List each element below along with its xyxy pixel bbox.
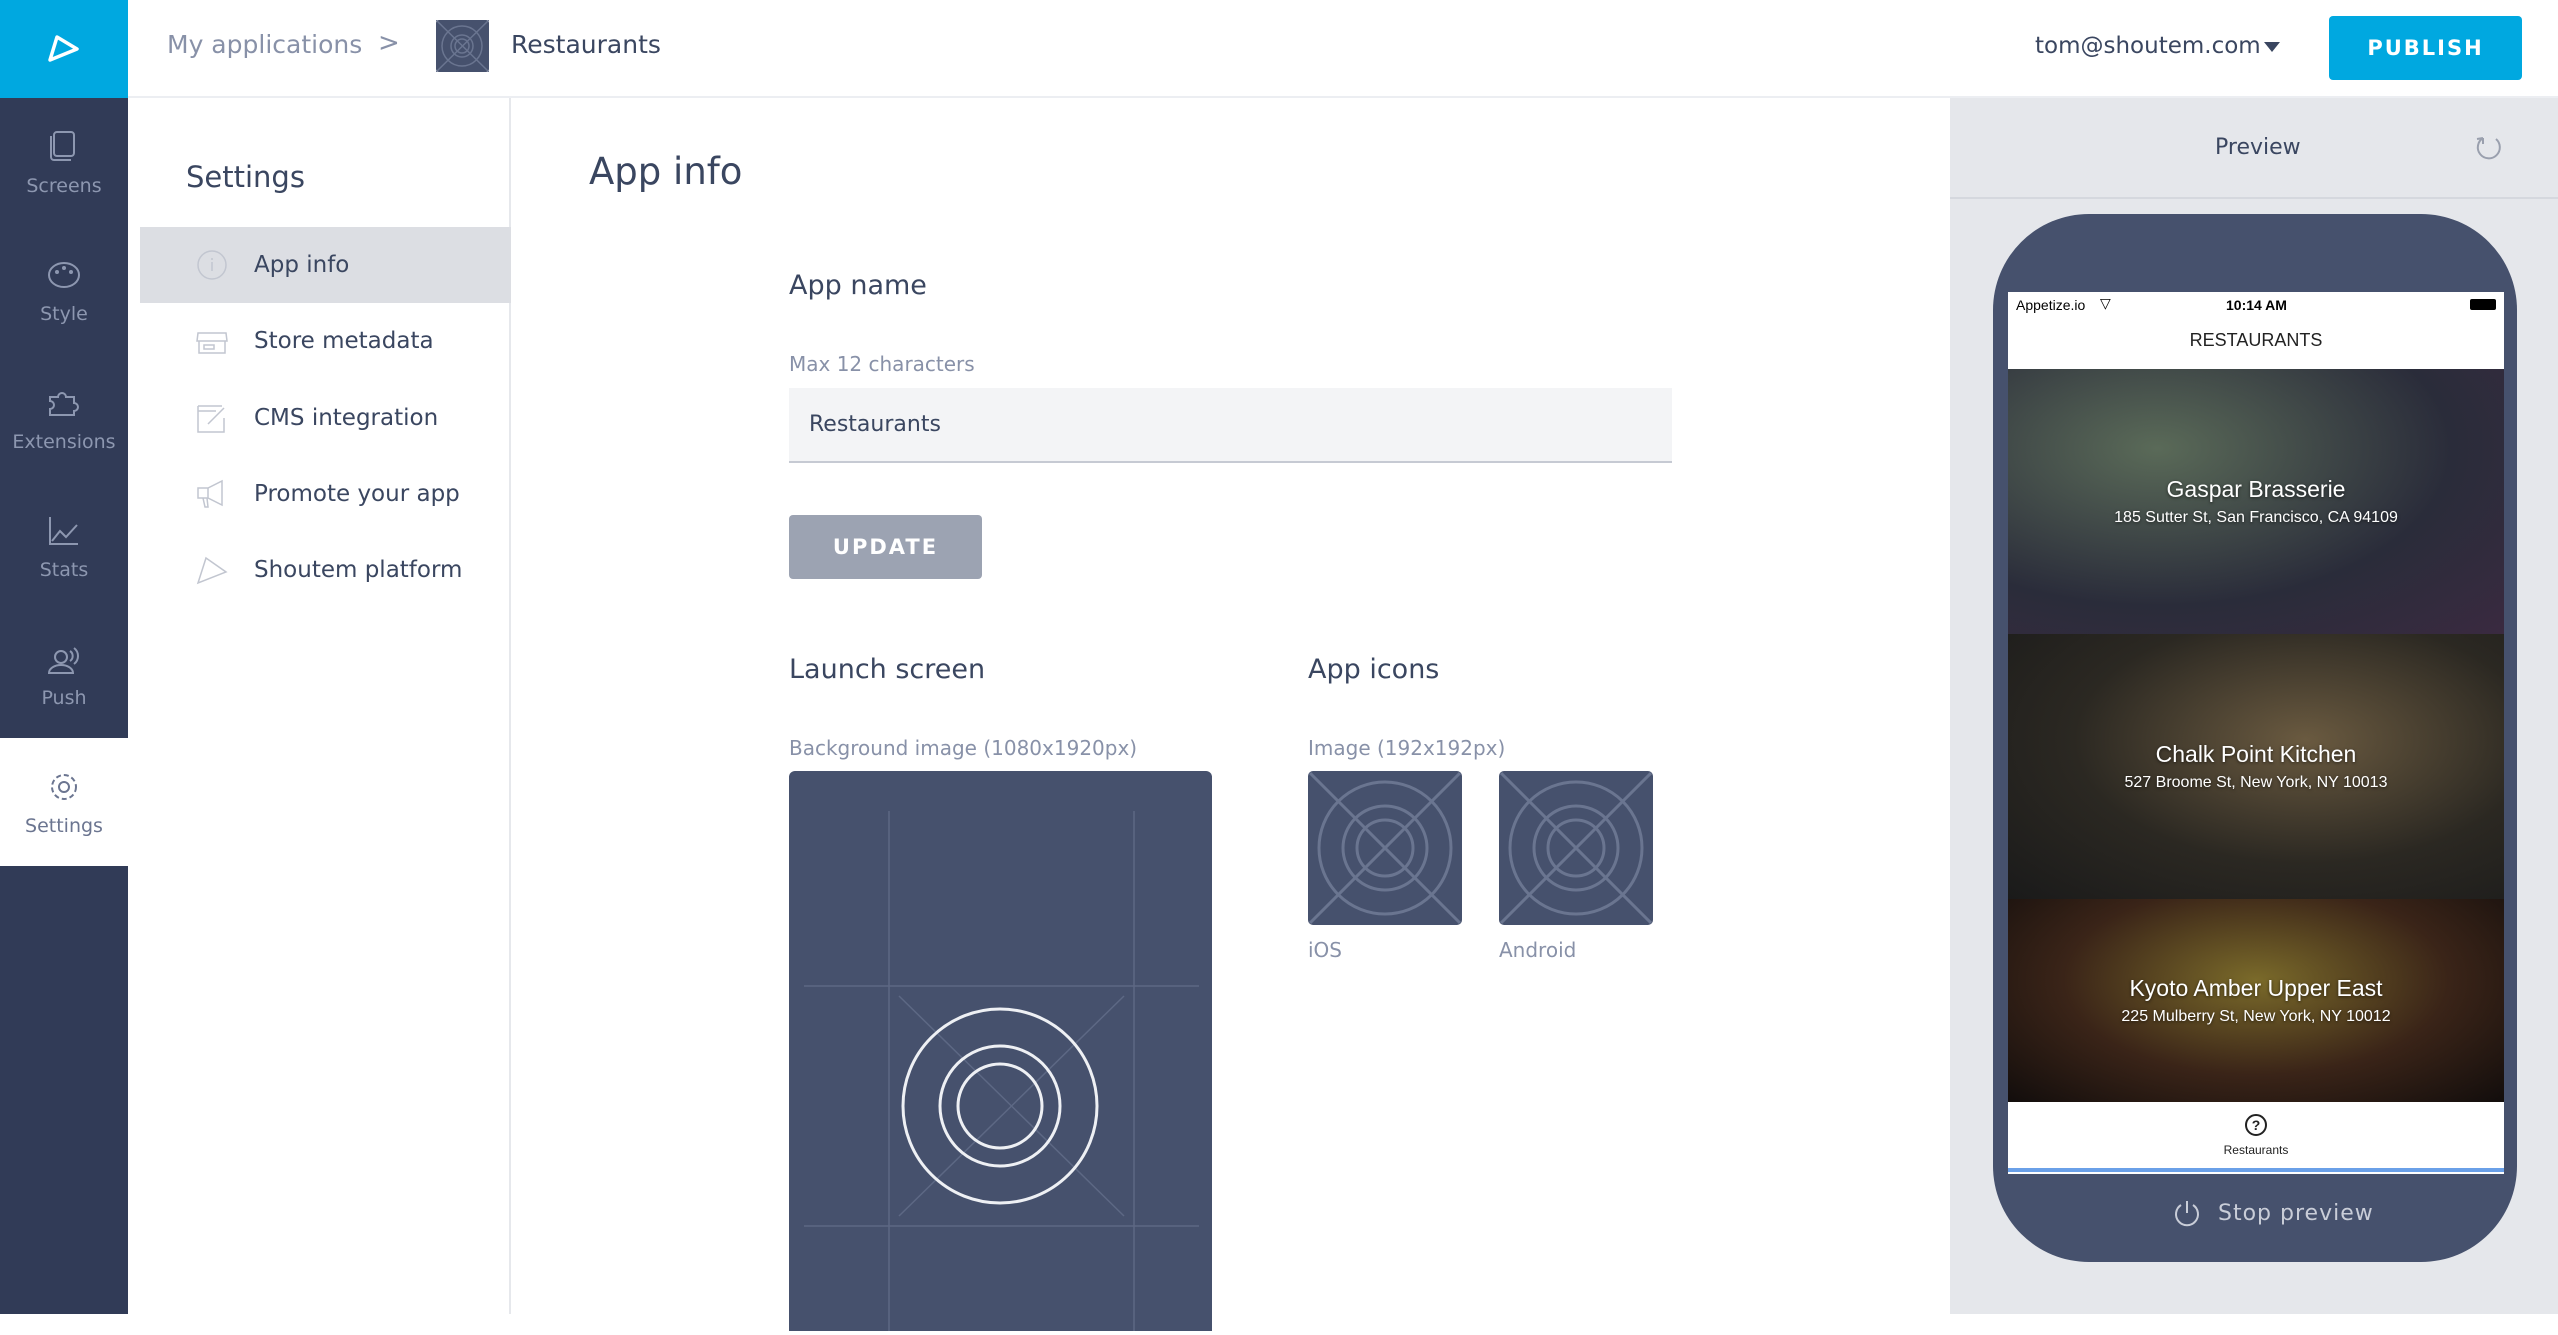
shoutem-triangle-icon: [196, 556, 228, 585]
placeholder-image-icon: [804, 811, 1199, 1331]
restaurant-name: Kyoto Amber Upper East: [2129, 975, 2383, 1001]
settings-item-label: Promote your app: [254, 481, 460, 507]
ios-icon-upload[interactable]: [1308, 771, 1462, 925]
status-carrier: Appetize.io: [2016, 297, 2086, 313]
chart-icon: [49, 517, 78, 545]
chevron-down-icon[interactable]: [2264, 42, 2280, 52]
app-thumbnail: [435, 19, 490, 73]
shoutem-logo[interactable]: [0, 0, 128, 98]
screen-title: RESTAURANTS: [2189, 330, 2323, 350]
store-icon: [196, 332, 228, 354]
restaurant-name: Gaspar Brasserie: [2166, 476, 2346, 502]
app-name-hint: Max 12 characters: [789, 352, 975, 376]
settings-item-label: CMS integration: [254, 405, 439, 431]
page-title: App info: [589, 150, 743, 193]
puzzle-icon: [49, 392, 79, 416]
push-icon: [47, 647, 79, 674]
restaurant-name: Chalk Point Kitchen: [2155, 741, 2357, 767]
nav-item-label: Push: [41, 687, 87, 709]
placeholder-image-icon: [1499, 771, 1653, 925]
power-icon: [2175, 1201, 2199, 1227]
settings-item-store-metadata[interactable]: Store metadata: [140, 303, 511, 379]
nav-item-label: Style: [40, 303, 88, 325]
settings-item-promote[interactable]: Promote your app: [140, 456, 511, 532]
restaurant-address: 225 Mulberry St, New York, NY 10012: [2121, 1008, 2391, 1025]
logo-icon: [48, 35, 79, 62]
launch-screen-heading: Launch screen: [789, 654, 986, 685]
tab-bar[interactable]: ? Restaurants: [2008, 1102, 2504, 1172]
gear-icon: [51, 774, 77, 800]
restaurant-address: 185 Sutter St, San Francisco, CA 94109: [2114, 509, 2398, 526]
wifi-icon: ▽: [2100, 295, 2111, 311]
nav-item-label: Stats: [39, 559, 89, 581]
breadcrumb-separator: >: [378, 28, 400, 58]
info-icon: [197, 250, 227, 280]
settings-title: Settings: [186, 160, 305, 194]
app-icons-hint: Image (192x192px): [1308, 736, 1506, 760]
android-icon-upload[interactable]: [1499, 771, 1653, 925]
nav-item-label: Screens: [26, 175, 102, 197]
restaurant-card[interactable]: Gaspar Brasserie 185 Sutter St, San Fran…: [2008, 369, 2504, 634]
launch-screen-hint: Background image (1080x1920px): [789, 736, 1138, 760]
app-name-input[interactable]: Restaurants: [789, 388, 1672, 463]
settings-item-cms-integration[interactable]: CMS integration: [140, 380, 511, 456]
settings-item-app-info[interactable]: App info: [140, 227, 511, 303]
app-name-heading: App name: [789, 270, 927, 301]
nav-item-label: Extensions: [12, 431, 116, 453]
tab-label: Restaurants: [2223, 1143, 2289, 1157]
breadcrumb-app-name[interactable]: Restaurants: [511, 30, 661, 59]
left-navigation: Screens Style Extensions Stats Push Sett…: [0, 0, 128, 1314]
preview-title: Preview: [2215, 135, 2301, 160]
nav-item-settings[interactable]: Settings: [0, 738, 128, 866]
svg-text:?: ?: [2252, 1117, 2261, 1133]
help-icon: ?: [2245, 1114, 2267, 1136]
publish-button[interactable]: PUBLISH: [2329, 16, 2522, 80]
settings-item-label: App info: [254, 252, 350, 278]
status-bar: Appetize.io ▽ 10:14 AM: [2008, 292, 2504, 316]
palette-icon: [48, 262, 80, 288]
nav-item-label: Settings: [25, 815, 103, 837]
stop-preview-label: Stop preview: [2218, 1200, 2374, 1226]
settings-item-shoutem-platform[interactable]: Shoutem platform: [140, 532, 511, 608]
battery-icon: [2470, 299, 2496, 310]
edit-window-icon: [197, 405, 225, 433]
restaurant-card[interactable]: Kyoto Amber Upper East 225 Mulberry St, …: [2008, 899, 2504, 1102]
placeholder-image-icon: [435, 19, 490, 73]
update-button[interactable]: UPDATE: [789, 515, 982, 579]
app-icons-heading: App icons: [1308, 654, 1440, 685]
android-label: Android: [1499, 938, 1577, 962]
restaurant-address: 527 Broome St, New York, NY 10013: [2124, 774, 2388, 791]
nav-item-screens[interactable]: Screens: [0, 98, 128, 226]
settings-item-label: Shoutem platform: [254, 557, 463, 583]
breadcrumb-my-applications[interactable]: My applications: [167, 30, 362, 59]
settings-item-label: Store metadata: [254, 328, 434, 354]
megaphone-icon: [197, 479, 223, 508]
screens-icon: [50, 131, 75, 161]
nav-item-push[interactable]: Push: [0, 610, 128, 738]
refresh-icon[interactable]: [2474, 132, 2504, 162]
stop-preview-button[interactable]: Stop preview: [2172, 1198, 2374, 1228]
placeholder-image-icon: [1308, 771, 1462, 925]
user-email[interactable]: tom@shoutem.com: [2035, 33, 2261, 59]
nav-item-stats[interactable]: Stats: [0, 482, 128, 610]
status-time: 10:14 AM: [2226, 297, 2287, 313]
nav-item-extensions[interactable]: Extensions: [0, 354, 128, 482]
ios-label: iOS: [1308, 938, 1342, 962]
restaurant-card[interactable]: Chalk Point Kitchen 527 Broome St, New Y…: [2008, 634, 2504, 899]
launch-screen-image-upload[interactable]: [789, 771, 1212, 1331]
nav-item-style[interactable]: Style: [0, 226, 128, 354]
phone-screen[interactable]: Appetize.io ▽ 10:14 AM RESTAURANTS Gaspa…: [2008, 292, 2504, 1174]
